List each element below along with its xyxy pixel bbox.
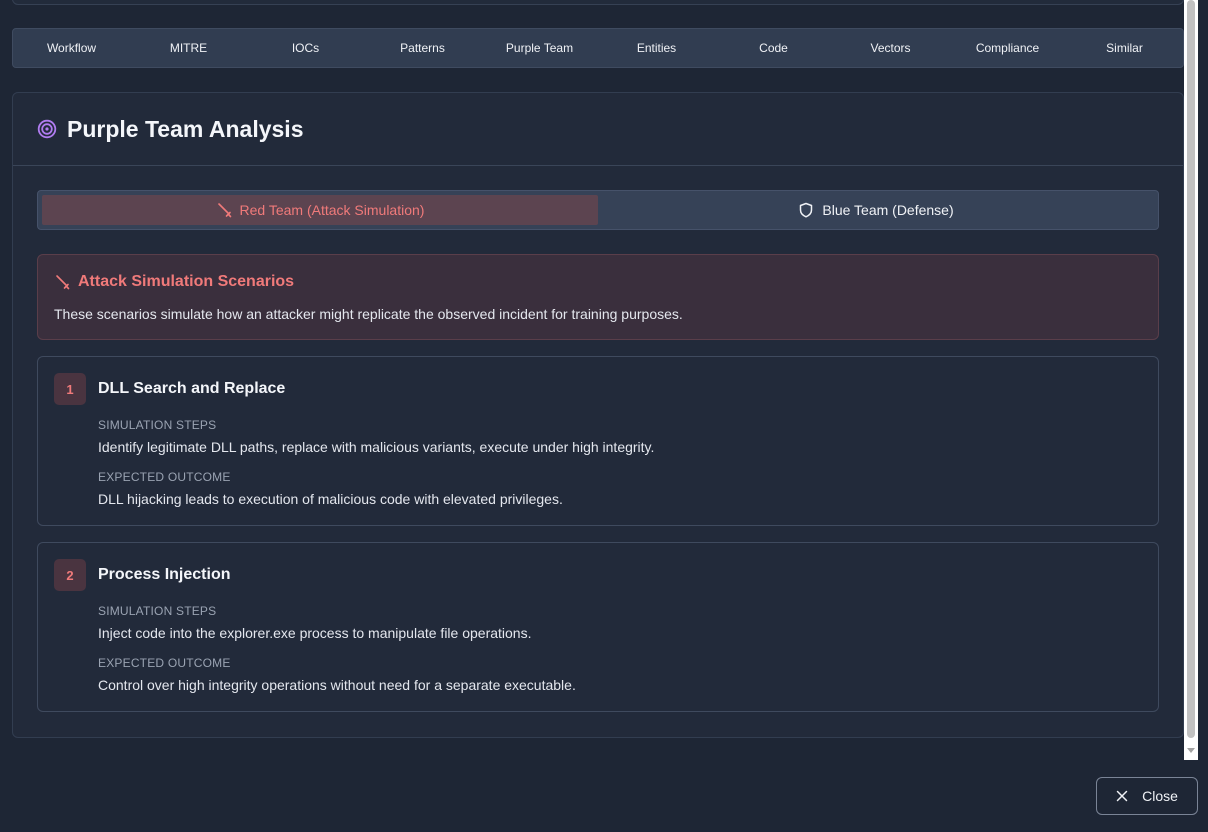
target-icon bbox=[37, 119, 57, 139]
sword-icon bbox=[217, 203, 231, 218]
team-toggle: Red Team (Attack Simulation) Blue Team (… bbox=[37, 190, 1159, 230]
scenario-number: 1 bbox=[54, 373, 86, 405]
tab-code[interactable]: Code bbox=[715, 41, 832, 55]
scenario-card: 2 Process Injection SIMULATION STEPS Inj… bbox=[37, 542, 1159, 712]
scroll-down-arrow-icon[interactable] bbox=[1187, 748, 1195, 753]
scenario-title: Process Injection bbox=[98, 566, 231, 583]
close-icon bbox=[1116, 790, 1128, 802]
info-title: Attack Simulation Scenarios bbox=[54, 273, 294, 291]
purple-team-panel: Purple Team Analysis Red Team (Attack Si… bbox=[12, 92, 1184, 738]
attack-simulation-info: Attack Simulation Scenarios These scenar… bbox=[37, 254, 1159, 340]
tab-iocs[interactable]: IOCs bbox=[247, 41, 364, 55]
shield-icon bbox=[800, 202, 813, 218]
tab-entities[interactable]: Entities bbox=[598, 41, 715, 55]
scenario-number: 2 bbox=[54, 559, 86, 591]
tab-similar[interactable]: Similar bbox=[1066, 41, 1183, 55]
simulation-steps-label: SIMULATION STEPS bbox=[98, 604, 217, 618]
expected-outcome-label: EXPECTED OUTCOME bbox=[98, 470, 231, 484]
panel-title: Purple Team Analysis bbox=[67, 115, 304, 142]
close-button[interactable]: Close bbox=[1096, 777, 1198, 815]
expected-outcome-text: DLL hijacking leads to execution of mali… bbox=[98, 491, 563, 507]
tab-compliance[interactable]: Compliance bbox=[949, 41, 1066, 55]
red-team-toggle-button[interactable]: Red Team (Attack Simulation) bbox=[42, 195, 598, 225]
simulation-steps-text: Identify legitimate DLL paths, replace w… bbox=[98, 439, 655, 455]
expected-outcome-label: EXPECTED OUTCOME bbox=[98, 656, 231, 670]
tab-workflow[interactable]: Workflow bbox=[13, 41, 130, 55]
tab-patterns[interactable]: Patterns bbox=[364, 41, 481, 55]
blue-team-label: Blue Team (Defense) bbox=[822, 202, 954, 218]
info-title-text: Attack Simulation Scenarios bbox=[78, 273, 295, 290]
tab-purple-team[interactable]: Purple Team bbox=[481, 41, 598, 55]
sword-icon bbox=[56, 275, 70, 290]
scenario-card: 1 DLL Search and Replace SIMULATION STEP… bbox=[37, 356, 1159, 526]
scenario-title: DLL Search and Replace bbox=[98, 380, 286, 397]
simulation-steps-text: Inject code into the explorer.exe proces… bbox=[98, 625, 532, 641]
tab-mitre[interactable]: MITRE bbox=[130, 41, 247, 55]
previous-card-edge bbox=[12, 0, 1184, 5]
close-button-label: Close bbox=[1142, 788, 1178, 804]
red-team-label: Red Team (Attack Simulation) bbox=[239, 202, 425, 218]
info-description: These scenarios simulate how an attacker… bbox=[54, 306, 683, 322]
simulation-steps-label: SIMULATION STEPS bbox=[98, 418, 217, 432]
tab-vectors[interactable]: Vectors bbox=[832, 41, 949, 55]
blue-team-toggle-button[interactable]: Blue Team (Defense) bbox=[598, 195, 1154, 225]
expected-outcome-text: Control over high integrity operations w… bbox=[98, 677, 576, 693]
vertical-scrollbar[interactable] bbox=[1184, 0, 1198, 760]
panel-header: Purple Team Analysis bbox=[13, 93, 1183, 166]
scrollbar-thumb[interactable] bbox=[1187, 0, 1195, 738]
analysis-tab-bar: Workflow MITRE IOCs Patterns Purple Team… bbox=[12, 28, 1184, 68]
